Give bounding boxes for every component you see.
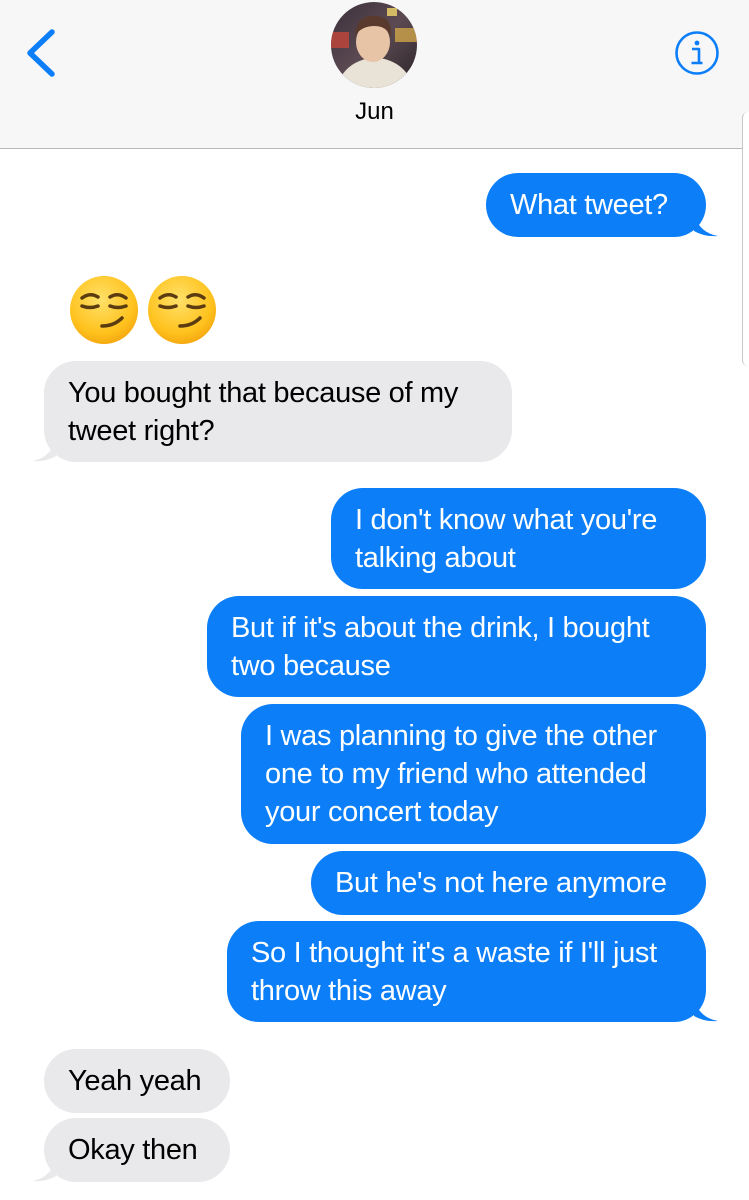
message-text: So I thought it's a waste if I'll just xyxy=(251,936,657,969)
message-text: throw this away xyxy=(251,974,447,1007)
sent-message-bubble[interactable]: So I thought it's a waste if I'll just t… xyxy=(227,921,706,1022)
bubble-tail xyxy=(694,215,718,237)
received-message-bubble[interactable]: You bought that because of my tweet righ… xyxy=(44,361,512,462)
bubble-tail xyxy=(694,1000,718,1022)
sent-message-bubble[interactable]: But if it's about the drink, I bought tw… xyxy=(207,596,706,697)
smirking-face-emoji-pair[interactable] xyxy=(66,270,226,350)
message-text: two because xyxy=(231,649,391,682)
message-text: talking about xyxy=(355,541,516,574)
sent-message-bubble[interactable]: I don't know what you're talking about xyxy=(331,488,706,589)
message-text: tweet right? xyxy=(68,414,215,447)
bubble-tail xyxy=(32,1160,56,1182)
sent-message-bubble[interactable]: But he's not here anymore xyxy=(311,851,706,915)
message-text: your concert today xyxy=(265,796,499,828)
message-text: But if it's about the drink, I bought xyxy=(231,611,650,644)
bubble-tail xyxy=(32,440,56,462)
sent-message-bubble[interactable]: I was planning to give the other one to … xyxy=(241,704,706,844)
message-text: You bought that because of my xyxy=(68,376,459,409)
info-icon[interactable] xyxy=(674,30,720,76)
sent-message-bubble[interactable]: What tweet? xyxy=(486,173,706,237)
smirking-face-icon xyxy=(148,276,216,344)
received-message-bubble[interactable]: Okay then xyxy=(44,1118,230,1182)
message-text: I was planning to give the other xyxy=(265,720,657,752)
message-text: What tweet? xyxy=(510,189,668,221)
scroll-indicator[interactable] xyxy=(742,112,749,366)
message-text: I don't know what you're xyxy=(355,503,658,536)
chevron-left-icon[interactable] xyxy=(22,26,62,80)
avatar[interactable] xyxy=(331,2,417,88)
message-text: one to my friend who attended xyxy=(265,758,647,790)
message-text: But he's not here anymore xyxy=(335,867,667,899)
message-text: Yeah yeah xyxy=(68,1065,202,1097)
smirking-face-icon xyxy=(70,276,138,344)
message-text: Okay then xyxy=(68,1134,198,1166)
conversation-header: Jun xyxy=(0,0,749,149)
received-message-bubble[interactable]: Yeah yeah xyxy=(44,1049,230,1113)
contact-name[interactable]: Jun xyxy=(0,98,749,126)
